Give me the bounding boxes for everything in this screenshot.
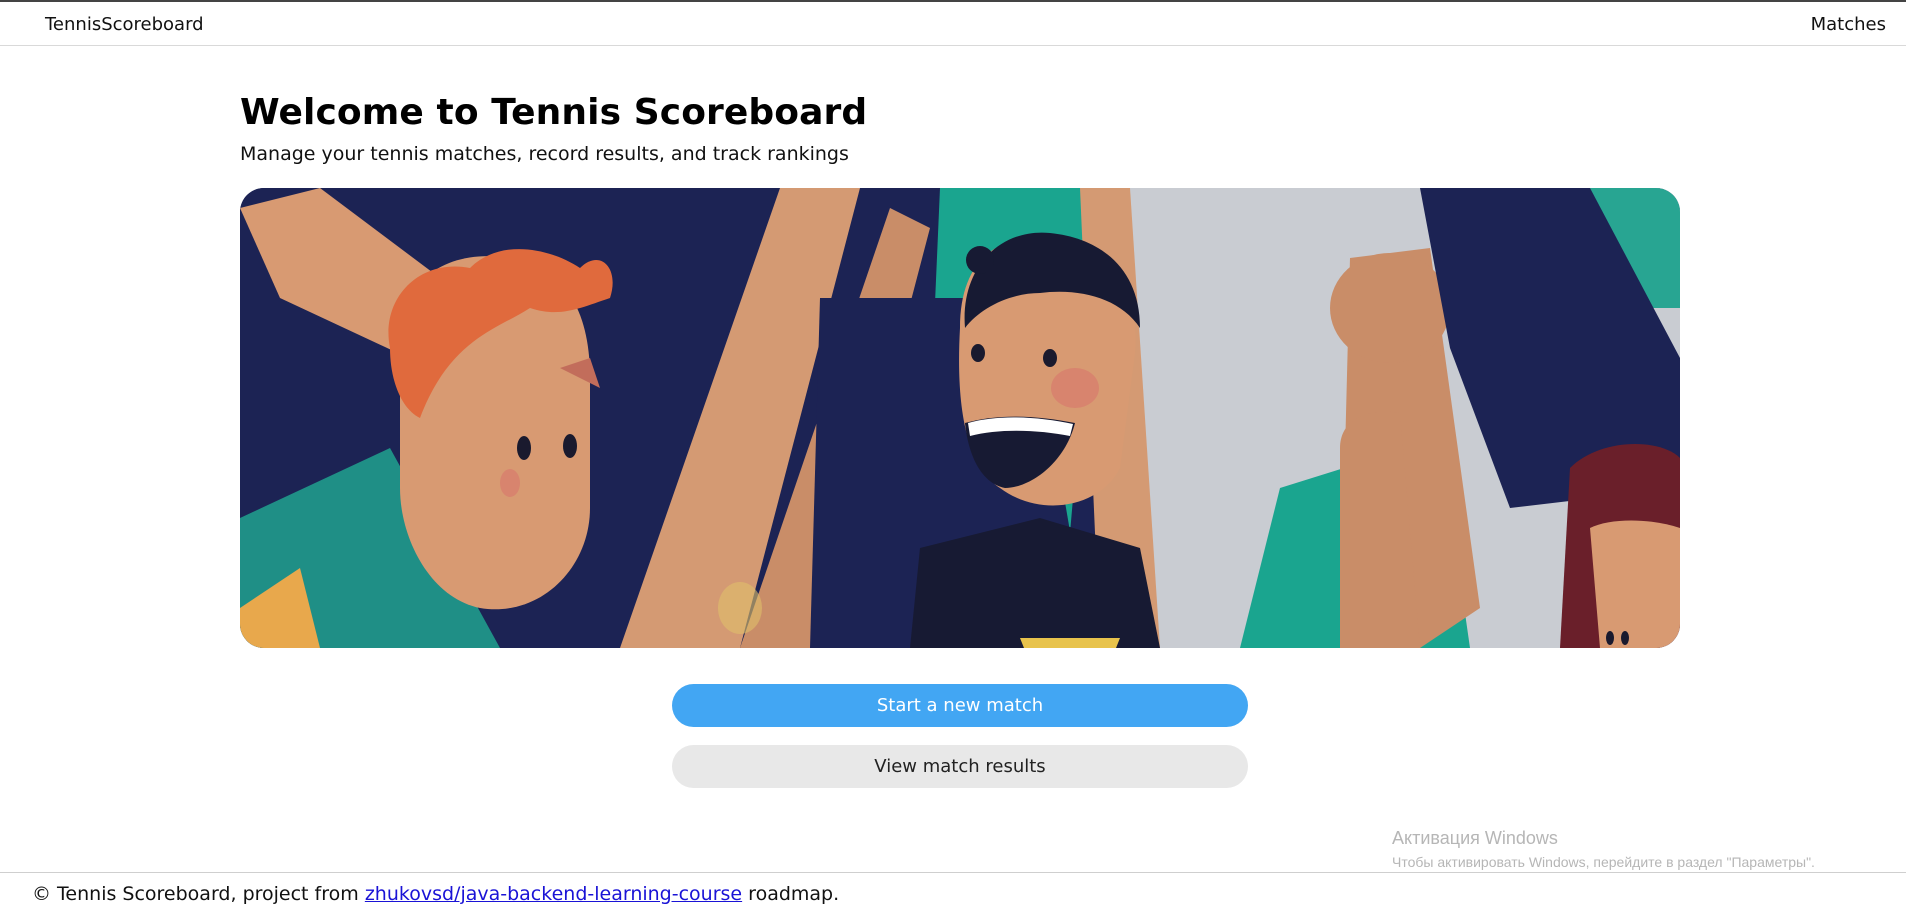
page-subtitle: Manage your tennis matches, record resul… xyxy=(240,143,849,165)
footer-text: © Tennis Scoreboard, project from zhukov… xyxy=(32,883,839,905)
page-title: Welcome to Tennis Scoreboard xyxy=(240,92,868,133)
cheering-crowd-illustration xyxy=(240,188,1680,648)
page: TennisScoreboard Matches Welcome to Tenn… xyxy=(0,0,1906,914)
top-navbar: TennisScoreboard Matches xyxy=(0,0,1906,46)
footer-suffix: roadmap. xyxy=(748,883,840,905)
footer: © Tennis Scoreboard, project from zhukov… xyxy=(0,872,1906,914)
watermark-text: Чтобы активировать Windows, перейдите в … xyxy=(1392,854,1815,870)
nav-matches-link[interactable]: Matches xyxy=(1811,14,1886,35)
view-match-results-button[interactable]: View match results xyxy=(672,745,1248,788)
hero-illustration xyxy=(240,188,1680,648)
footer-copyright: © Tennis Scoreboard, project from xyxy=(32,883,359,905)
footer-course-link[interactable]: zhukovsd/java-backend-learning-course xyxy=(365,883,742,905)
start-new-match-button[interactable]: Start a new match xyxy=(672,684,1248,727)
windows-activation-watermark: Активация Windows Чтобы активировать Win… xyxy=(1392,828,1815,870)
watermark-title: Активация Windows xyxy=(1392,828,1558,848)
brand-link[interactable]: TennisScoreboard xyxy=(45,14,204,35)
